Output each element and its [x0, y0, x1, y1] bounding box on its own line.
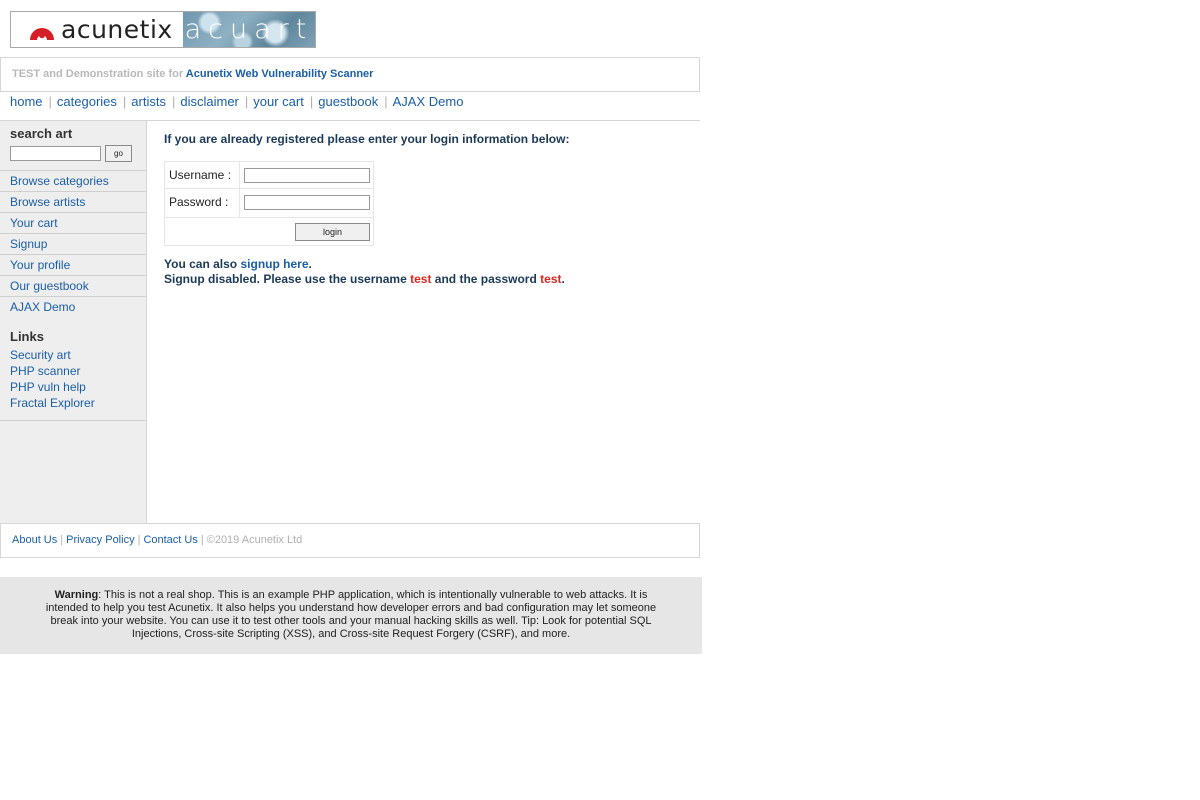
footer: About Us | Privacy Policy | Contact Us | ©2019…	[0, 523, 700, 558]
links-list: Security art PHP scanner PHP vuln help F…	[10, 347, 95, 411]
link-php-scanner[interactable]: PHP scanner	[10, 363, 95, 379]
disabled-prefix: Signup disabled. Please use the username	[164, 272, 407, 286]
nav-separator: |	[48, 94, 52, 109]
site-logo[interactable]: acunetix acuart	[10, 11, 316, 48]
search-input[interactable]	[10, 146, 101, 161]
username-label: Username :	[169, 168, 232, 182]
sidebar-menu: Browse categories Browse artists Your ca…	[0, 170, 146, 317]
sidebar-divider	[0, 420, 146, 421]
login-intro: If you are already registered please ent…	[164, 132, 570, 146]
footer-separator: |	[137, 534, 141, 546]
username-field[interactable]	[244, 168, 370, 183]
acuart-logo: acuart	[183, 12, 315, 47]
subtitle-prefix: TEST and Demonstration site for	[12, 68, 184, 80]
nav-home[interactable]: home	[10, 94, 43, 109]
password-field[interactable]	[244, 195, 370, 210]
nav-separator: |	[122, 94, 127, 109]
nav-separator: |	[171, 94, 176, 109]
form-row-divider	[165, 188, 373, 189]
footer-contact-us[interactable]: Contact Us	[143, 534, 197, 546]
links-title: Links	[10, 329, 44, 344]
nav-disclaimer[interactable]: disclaimer	[180, 94, 239, 109]
nav-ajax-demo[interactable]: AJAX Demo	[393, 94, 464, 109]
sidebar-item-signup[interactable]: Signup	[0, 234, 146, 255]
acuart-brand-text: acuart	[184, 14, 314, 45]
nav-separator: |	[309, 94, 314, 109]
nav-artists[interactable]: artists	[131, 94, 166, 109]
warning-box: Warning: This is not a real shop. This i…	[0, 577, 702, 654]
signup-line: You can also signup here.	[164, 257, 565, 272]
link-security-art[interactable]: Security art	[10, 347, 95, 363]
search-title: search art	[10, 126, 73, 141]
form-row-divider	[165, 217, 373, 218]
footer-about-us[interactable]: About Us	[12, 534, 57, 546]
warning-label: Warning	[54, 589, 99, 601]
link-fractal-explorer[interactable]: Fractal Explorer	[10, 395, 95, 411]
signup-link[interactable]: signup here	[240, 257, 308, 271]
disabled-mid: and the password	[434, 272, 537, 286]
signup-disabled-line: Signup disabled. Please use the username…	[164, 272, 565, 287]
link-php-vuln-help[interactable]: PHP vuln help	[10, 379, 95, 395]
acunetix-brand-text: acunetix	[61, 15, 173, 44]
sidebar-item-your-profile[interactable]: Your profile	[0, 255, 146, 276]
acunetix-mark-icon	[30, 27, 54, 40]
site-subtitle: TEST and Demonstration site for Acunetix…	[0, 57, 700, 92]
nav-separator: |	[244, 94, 249, 109]
signup-suffix: .	[308, 257, 312, 271]
nav-categories[interactable]: categories	[57, 94, 117, 109]
footer-separator: |	[60, 534, 64, 546]
sidebar: search art go Browse categories Browse a…	[0, 121, 147, 523]
footer-privacy-policy[interactable]: Privacy Policy	[66, 534, 134, 546]
copyright: ©2019 Acunetix Ltd	[206, 534, 303, 546]
test-password: test	[540, 272, 562, 286]
sidebar-item-browse-artists[interactable]: Browse artists	[0, 192, 146, 213]
login-form: Username : Password : login	[164, 161, 374, 246]
footer-separator: |	[200, 534, 204, 546]
sidebar-item-browse-categories[interactable]: Browse categories	[0, 171, 146, 192]
signup-prefix: You can also	[164, 257, 238, 271]
nav-your-cart[interactable]: your cart	[253, 94, 304, 109]
sidebar-item-your-cart[interactable]: Your cart	[0, 213, 146, 234]
test-username: test	[410, 272, 432, 286]
scanner-link[interactable]: Acunetix Web Vulnerability Scanner	[186, 68, 374, 80]
sidebar-item-our-guestbook[interactable]: Our guestbook	[0, 276, 146, 297]
password-label: Password :	[169, 195, 229, 209]
signup-info: You can also signup here. Signup disable…	[164, 257, 565, 287]
warning-text: : This is not a real shop. This is an ex…	[45, 589, 657, 640]
login-button[interactable]: login	[295, 223, 370, 241]
form-column-divider	[239, 162, 240, 218]
nav-guestbook[interactable]: guestbook	[318, 94, 378, 109]
sidebar-item-ajax-demo[interactable]: AJAX Demo	[0, 297, 146, 317]
nav-separator: |	[384, 94, 388, 109]
acunetix-logo: acunetix	[11, 12, 183, 47]
disabled-suffix: .	[561, 272, 565, 286]
top-navigation: home | categories | artists | disclaimer | your …	[0, 92, 700, 121]
search-go-button[interactable]: go	[105, 145, 132, 162]
